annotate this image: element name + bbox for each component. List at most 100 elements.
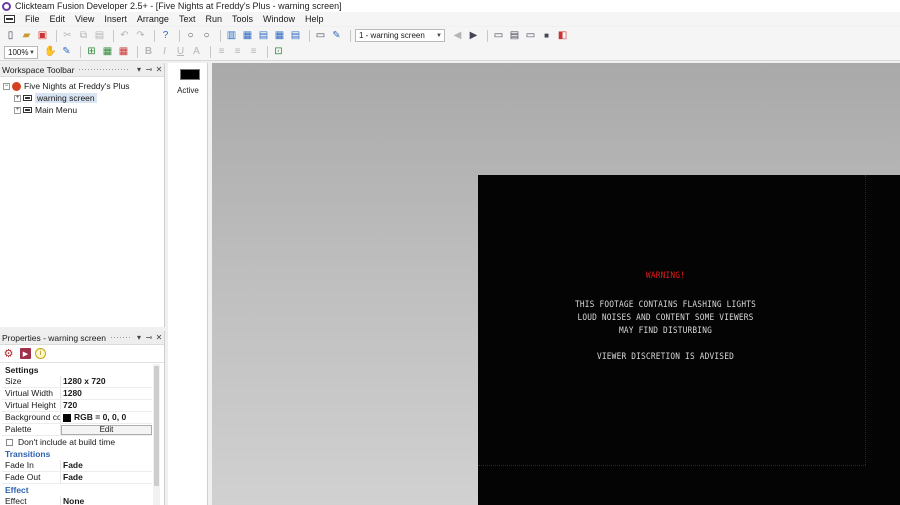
zoom-dropdown[interactable]: 100% ▼ <box>4 45 38 59</box>
application-name: Five Nights at Freddy's Plus <box>24 81 130 91</box>
zoom-out-icon[interactable]: ○ <box>184 29 197 42</box>
snap-to-grid-icon[interactable]: ⊞ <box>85 46 98 59</box>
warning-line-3[interactable]: MAY FIND DISTURBING <box>493 326 838 336</box>
show-grid-icon[interactable]: ▦ <box>101 46 114 59</box>
close-icon[interactable]: ✕ <box>154 333 164 342</box>
settings-tab-gear-icon[interactable]: ⚙ <box>1 346 16 361</box>
frame-editor-icon[interactable]: ▦ <box>241 29 254 42</box>
layer-thumbnail[interactable] <box>180 69 200 80</box>
align-center-icon[interactable]: ≡ <box>231 46 244 59</box>
menu-arrange[interactable]: Arrange <box>132 12 174 26</box>
dont-include-checkbox[interactable] <box>6 438 13 446</box>
next-frame-icon[interactable]: ▶ <box>467 29 480 42</box>
pin-icon[interactable]: ⊸ <box>144 333 154 342</box>
expand-icon[interactable]: + <box>14 94 21 102</box>
font-color-icon[interactable]: A <box>190 46 203 59</box>
dont-include-checkbox-row[interactable]: Don't include at build time <box>2 436 152 448</box>
help-icon[interactable]: ? <box>159 29 172 42</box>
collapse-icon[interactable]: − <box>3 82 10 90</box>
object-properties-icon[interactable]: ✎ <box>330 29 343 42</box>
grid-setup-icon[interactable]: ▦ <box>117 46 130 59</box>
warning-line-4[interactable]: VIEWER DISCRETION IS ADVISED <box>493 352 838 362</box>
panel-menu-icon[interactable]: ▾ <box>134 65 144 74</box>
tree-item-application[interactable]: − Five Nights at Freddy's Plus <box>0 80 164 92</box>
zoom-value: 100% <box>8 47 29 57</box>
menu-text[interactable]: Text <box>174 12 201 26</box>
settings-group-label: Settings <box>5 365 39 375</box>
frame-size-icon[interactable]: ▭ <box>524 29 537 42</box>
virtual-area-guide-vertical <box>865 175 866 465</box>
color-swatch[interactable] <box>63 413 71 422</box>
menu-insert[interactable]: Insert <box>99 12 132 26</box>
undo-icon[interactable]: ↶ <box>118 29 131 42</box>
previous-frame-icon[interactable]: ◀ <box>451 29 464 42</box>
menu-window[interactable]: Window <box>258 12 300 26</box>
redo-icon[interactable]: ↷ <box>134 29 147 42</box>
zoom-in-icon[interactable]: ○ <box>200 29 213 42</box>
expand-icon[interactable]: + <box>14 106 21 114</box>
menu-view[interactable]: View <box>70 12 99 26</box>
frame-select-dropdown[interactable]: 1 - warning screen ▼ <box>355 29 445 42</box>
menu-help[interactable]: Help <box>300 12 329 26</box>
underline-icon[interactable]: U <box>174 46 187 59</box>
italic-icon[interactable]: I <box>158 46 171 59</box>
event-list-editor-icon[interactable]: ▦ <box>273 29 286 42</box>
align-left-icon[interactable]: ≡ <box>215 46 228 59</box>
copy-icon[interactable]: ⧉ <box>77 29 90 42</box>
property-row-fade-in[interactable]: Fade In Fade <box>2 460 152 472</box>
property-row-size[interactable]: Size 1280 x 720 <box>2 376 152 388</box>
storyboard-editor-icon[interactable]: ▥ <box>225 29 238 42</box>
pin-icon[interactable]: ⊸ <box>144 65 154 74</box>
paste-icon[interactable]: ▤ <box>93 29 106 42</box>
properties-scrollbar[interactable] <box>153 364 160 505</box>
save-icon[interactable]: ▣ <box>36 29 49 42</box>
property-row-fade-out[interactable]: Fade Out Fade <box>2 472 152 484</box>
chevron-down-icon: ▼ <box>436 33 442 39</box>
about-tab-info-icon[interactable]: i <box>35 348 46 359</box>
library-icon[interactable]: ▭ <box>314 29 327 42</box>
menu-run[interactable]: Run <box>200 12 227 26</box>
fit-frame-icon[interactable]: ⊡ <box>272 46 285 59</box>
bold-icon[interactable]: B <box>142 46 155 59</box>
play-frame-icon[interactable]: ◧ <box>556 29 569 42</box>
cut-icon[interactable]: ✂ <box>61 29 74 42</box>
tree-item-frame[interactable]: + Main Menu <box>0 104 164 116</box>
frame-label: warning screen <box>35 93 97 103</box>
palette-edit-button[interactable]: Edit <box>61 425 152 435</box>
close-icon[interactable]: ✕ <box>154 65 164 74</box>
property-row-virtual-width[interactable]: Virtual Width 1280 <box>2 388 152 400</box>
window-system-menu-icon[interactable] <box>4 15 15 23</box>
window-title: Clickteam Fusion Developer 2.5+ - [Five … <box>15 1 342 11</box>
menu-bar: File Edit View Insert Arrange Text Run T… <box>0 12 900 26</box>
background-color-value: RGB = 0, 0, 0 <box>74 412 127 422</box>
property-row-virtual-height[interactable]: Virtual Height 720 <box>2 400 152 412</box>
tree-item-frame[interactable]: + warning screen <box>0 92 164 104</box>
property-row-background-color[interactable]: Background colo RGB = 0, 0, 0 <box>2 412 152 424</box>
scrollbar-thumb[interactable] <box>154 366 159 486</box>
dont-include-label: Don't include at build time <box>18 437 116 447</box>
runtime-options-tab-icon[interactable]: ▶ <box>20 348 31 359</box>
new-file-icon[interactable]: ▯ <box>4 29 17 42</box>
frame-label: Main Menu <box>35 105 78 115</box>
property-row-effect[interactable]: Effect None <box>2 496 152 505</box>
frame-editor-workspace[interactable]: WARNING! THIS FOOTAGE CONTAINS FLASHING … <box>212 63 900 505</box>
open-folder-icon[interactable]: ▰ <box>20 29 33 42</box>
application-icon <box>12 81 21 91</box>
warning-line-1[interactable]: THIS FOOTAGE CONTAINS FLASHING LIGHTS <box>493 300 838 310</box>
window-layout-icon[interactable]: ▭ <box>492 29 505 42</box>
panel-menu-icon[interactable]: ▾ <box>134 333 144 342</box>
event-editor-icon[interactable]: ▤ <box>257 29 270 42</box>
pencil-tool-icon[interactable]: ✎ <box>60 46 73 59</box>
warning-title-text[interactable]: WARNING! <box>493 271 838 281</box>
align-right-icon[interactable]: ≡ <box>247 46 260 59</box>
hand-tool-icon[interactable]: ✋ <box>44 46 57 59</box>
menu-file[interactable]: File <box>20 12 45 26</box>
menu-edit[interactable]: Edit <box>45 12 71 26</box>
transitions-group-label: Transitions <box>5 449 51 459</box>
data-elements-icon[interactable]: ▤ <box>289 29 302 42</box>
frame-canvas[interactable]: WARNING! THIS FOOTAGE CONTAINS FLASHING … <box>478 175 900 505</box>
menu-tools[interactable]: Tools <box>227 12 258 26</box>
warning-line-2[interactable]: LOUD NOISES AND CONTENT SOME VIEWERS <box>493 313 838 323</box>
grid-layout-icon[interactable]: ▤ <box>508 29 521 42</box>
stop-icon[interactable]: ■ <box>540 29 553 42</box>
